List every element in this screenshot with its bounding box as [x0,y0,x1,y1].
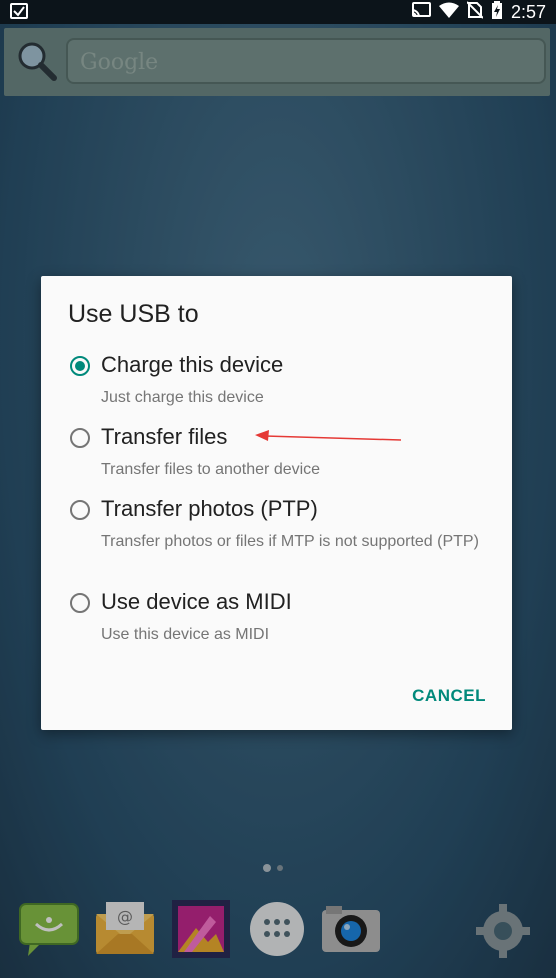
usb-mode-dialog: Use USB to Charge this device Just charg… [41,276,512,730]
radio-button-checked[interactable] [70,356,90,376]
radio-button[interactable] [70,593,90,613]
cancel-button[interactable]: CANCEL [412,686,486,706]
option-label: Transfer files [101,424,228,449]
cast-icon [411,1,431,23]
task-done-icon [10,3,28,24]
option-description: Use this device as MIDI [101,626,270,643]
option-description: Transfer files to another device [101,461,321,478]
option-label: Charge this device [101,352,284,377]
option-label: Use device as MIDI [101,589,292,614]
status-bar: 2:57 [0,0,556,24]
clock: 2:57 [510,1,546,22]
option-description: Just charge this device [101,389,264,406]
dialog-title: Use USB to [68,300,199,328]
option-label: Transfer photos (PTP) [101,496,318,521]
battery-icon [491,0,503,24]
option-description: Transfer photos or files if MTP is not s… [101,533,479,550]
wifi-icon [438,2,459,23]
radio-button[interactable] [70,500,90,520]
no-sim-icon [466,0,484,24]
annotation-arrow-icon [255,430,402,441]
radio-button[interactable] [70,428,90,448]
